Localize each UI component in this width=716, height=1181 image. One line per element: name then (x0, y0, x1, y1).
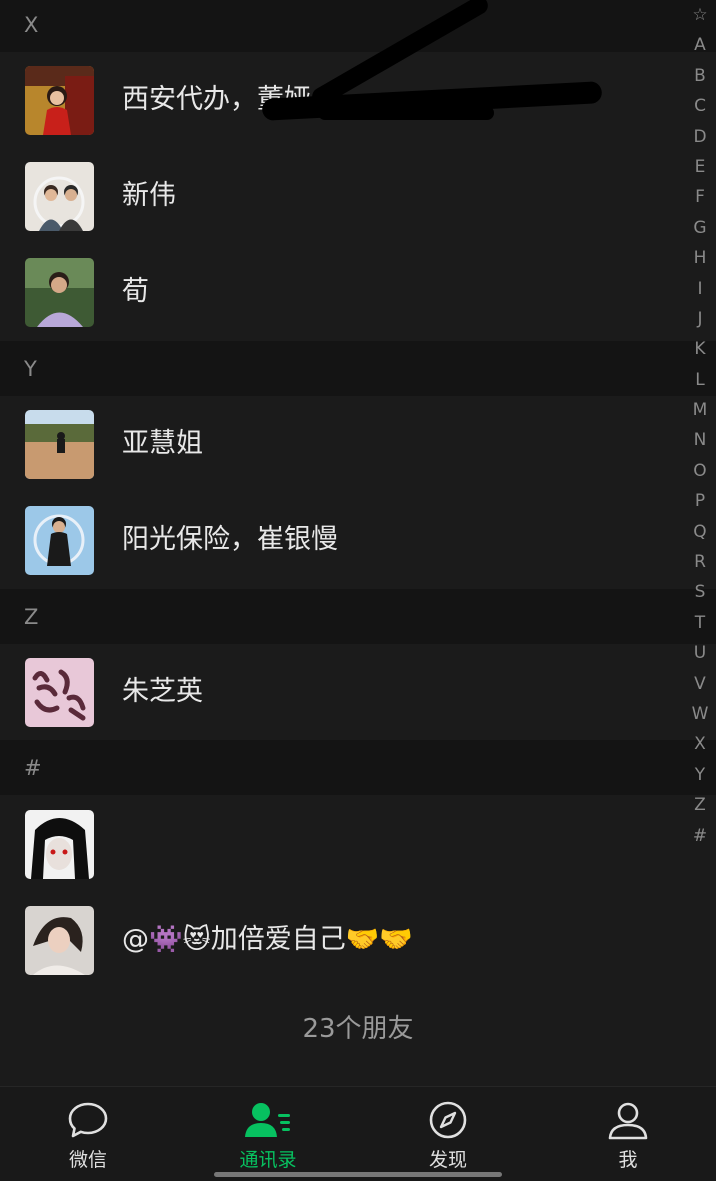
contact-name: 亚慧姐 (122, 428, 203, 459)
index-letter[interactable]: R (694, 547, 706, 577)
index-letter[interactable]: I (697, 274, 702, 304)
index-letter[interactable]: D (693, 122, 706, 152)
alphabet-index-bar[interactable]: ☆ A B C D E F G H I J K L M N O P Q R S T U V W X Y Z # (684, 0, 716, 851)
contact-row[interactable]: 西安代办，董娅 (0, 0, 680, 148)
section-letter: # (24, 755, 42, 780)
tab-discover[interactable]: 发现 (378, 1087, 518, 1181)
index-letter[interactable]: B (694, 61, 706, 91)
contact-name: 新伟 (122, 180, 176, 211)
contact-name: 阳光保险，崔银慢 (122, 524, 338, 555)
index-letter[interactable]: T (695, 608, 705, 638)
section-letter: Y (24, 356, 37, 381)
index-letter[interactable]: W (692, 699, 709, 729)
tab-chats[interactable]: 微信 (18, 1087, 158, 1181)
contact-row[interactable]: 荀 (0, 244, 680, 340)
section-header-hash: # (0, 740, 716, 795)
index-letter[interactable]: K (694, 334, 705, 364)
avatar (25, 810, 94, 879)
contact-name: @👾😻加倍爱自己🤝🤝 (122, 924, 414, 955)
section-letter: X (24, 12, 39, 37)
index-letter[interactable]: E (695, 152, 706, 182)
section-header-z: Z (0, 589, 716, 644)
tab-label: 我 (618, 1149, 638, 1171)
index-letter[interactable]: P (695, 486, 705, 516)
contacts-icon (244, 1101, 292, 1143)
section-header-y: Y (0, 341, 716, 396)
index-letter[interactable]: A (694, 30, 706, 60)
avatar (25, 66, 94, 135)
index-letter[interactable]: M (693, 395, 708, 425)
index-letter[interactable]: L (695, 365, 704, 395)
contact-row[interactable]: 新伟 (0, 148, 680, 244)
index-letter[interactable]: N (694, 425, 707, 455)
tab-label: 发现 (428, 1149, 467, 1171)
index-letter[interactable]: C (694, 91, 706, 121)
index-letter[interactable]: Y (695, 760, 705, 790)
avatar (25, 906, 94, 975)
avatar (25, 410, 94, 479)
contact-name: 荀 (122, 276, 149, 307)
index-letter[interactable]: V (694, 669, 706, 699)
tab-contacts[interactable]: 通讯录 (198, 1087, 338, 1181)
contact-row[interactable]: 朱芝英 (0, 644, 680, 740)
redaction-mark (318, 106, 494, 120)
contact-row[interactable]: @👾😻加倍爱自己🤝🤝 (0, 892, 680, 988)
contact-row[interactable] (0, 796, 680, 892)
tab-label: 微信 (68, 1149, 107, 1171)
chat-bubble-icon (67, 1101, 109, 1143)
index-letter[interactable]: X (694, 729, 706, 759)
index-letter[interactable]: O (693, 456, 706, 486)
index-letter[interactable]: S (695, 577, 706, 607)
index-letter[interactable]: F (695, 182, 705, 212)
home-indicator (214, 1172, 502, 1177)
avatar (25, 258, 94, 327)
avatar (25, 162, 94, 231)
index-letter[interactable]: Z (694, 790, 706, 820)
tab-label: 通讯录 (239, 1149, 297, 1171)
index-letter[interactable]: ☆ (692, 0, 707, 30)
section-letter: Z (24, 604, 39, 629)
index-letter[interactable]: J (697, 304, 702, 334)
tab-me[interactable]: 我 (558, 1087, 698, 1181)
avatar (25, 506, 94, 575)
contact-row[interactable]: 阳光保险，崔银慢 (0, 492, 680, 588)
index-letter[interactable]: H (694, 243, 707, 273)
bottom-tab-bar: 微信 通讯录 发现 我 (0, 1086, 716, 1181)
index-letter[interactable]: # (693, 821, 707, 851)
person-icon (607, 1101, 649, 1145)
compass-icon (427, 1101, 469, 1147)
friend-count: 23个朋友 (302, 1014, 414, 1044)
avatar (25, 658, 94, 727)
section-header-x: X (0, 0, 716, 52)
index-letter[interactable]: G (693, 213, 706, 243)
index-letter[interactable]: U (694, 638, 706, 668)
contact-name: 朱芝英 (122, 676, 203, 707)
contact-row[interactable]: 亚慧姐 (0, 396, 680, 492)
index-letter[interactable]: Q (693, 517, 706, 547)
